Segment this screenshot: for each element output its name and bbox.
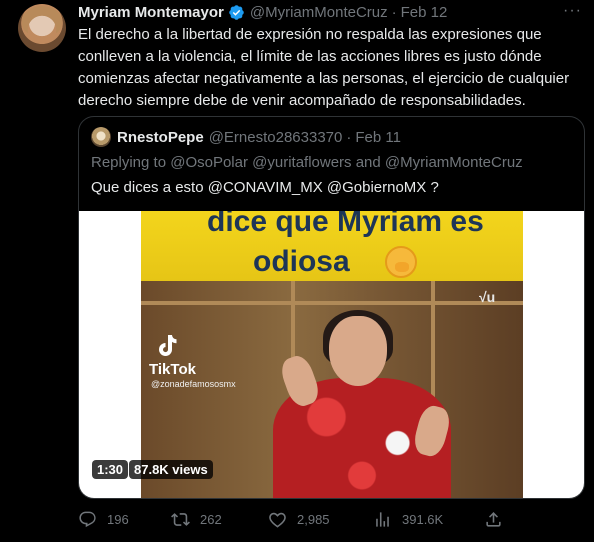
more-horizontal-icon[interactable]: ··· bbox=[563, 2, 582, 20]
video-frame[interactable]: dice que Myriam es odiosa √u TikTok @zon… bbox=[141, 211, 523, 498]
hand-over-mouth-emoji-icon bbox=[385, 246, 417, 278]
heart-icon bbox=[269, 512, 286, 528]
person-figure bbox=[251, 310, 461, 498]
share-icon bbox=[486, 512, 501, 527]
quote-header: RnestoPepe @Ernesto28633370 · Feb 11 bbox=[91, 127, 401, 147]
quote-date[interactable]: Feb 11 bbox=[355, 129, 401, 146]
author-name[interactable]: Myriam Montemayor bbox=[78, 4, 224, 21]
tweet-header: Myriam Montemayor @MyriamMonteCruz · Feb… bbox=[78, 2, 447, 22]
reply-button[interactable]: 196 bbox=[78, 510, 129, 529]
separator-dot: · bbox=[391, 3, 397, 21]
video-banner: dice que Myriam es odiosa bbox=[141, 211, 523, 281]
tiktok-username: @zonadefamososmx bbox=[151, 379, 236, 389]
separator-dot: · bbox=[346, 128, 352, 146]
banner-text-line2: odiosa bbox=[253, 245, 350, 278]
share-button[interactable] bbox=[484, 510, 513, 529]
replying-to[interactable]: Replying to @OsoPolar @yuritaflowers and… bbox=[91, 154, 523, 171]
tweet[interactable]: Myriam Montemayor @MyriamMonteCruz · Feb… bbox=[0, 0, 594, 542]
quote-author-name[interactable]: RnestoPepe bbox=[117, 129, 204, 146]
video-duration: 1:30 bbox=[92, 460, 129, 479]
reply-icon bbox=[79, 511, 96, 528]
action-bar: 196 262 2,985 391.6K bbox=[78, 510, 508, 532]
tweet-date[interactable]: Feb 12 bbox=[401, 4, 448, 21]
like-button[interactable]: 2,985 bbox=[268, 510, 330, 529]
channel-logo: √u bbox=[479, 289, 496, 305]
quote-text: Que dices a esto @CONAVIM_MX @GobiernoMX… bbox=[91, 179, 439, 196]
tweet-text: El derecho a la libertad de expresión no… bbox=[78, 26, 570, 109]
author-handle[interactable]: @MyriamMonteCruz bbox=[250, 4, 388, 21]
reply-count: 196 bbox=[107, 512, 129, 527]
view-count: 391.6K bbox=[402, 512, 444, 527]
video-views: 87.8K views bbox=[129, 460, 213, 479]
quoted-tweet[interactable]: RnestoPepe @Ernesto28633370 · Feb 11 Rep… bbox=[78, 116, 585, 499]
quote-avatar[interactable] bbox=[91, 127, 111, 147]
banner-text-line1: dice que Myriam es bbox=[207, 211, 484, 238]
verified-badge-icon bbox=[229, 4, 244, 20]
retweet-icon bbox=[171, 513, 190, 526]
tiktok-icon bbox=[159, 335, 177, 356]
like-count: 2,985 bbox=[297, 512, 330, 527]
quote-author-handle[interactable]: @Ernesto28633370 bbox=[209, 129, 343, 146]
retweet-button[interactable]: 262 bbox=[171, 510, 222, 529]
views-button[interactable]: 391.6K bbox=[373, 510, 443, 529]
tiktok-label: TikTok bbox=[149, 361, 196, 378]
analytics-bar-icon bbox=[376, 512, 389, 527]
avatar[interactable] bbox=[18, 4, 66, 52]
video-player[interactable]: dice que Myriam es odiosa √u TikTok @zon… bbox=[79, 211, 584, 498]
retweet-count: 262 bbox=[200, 512, 222, 527]
